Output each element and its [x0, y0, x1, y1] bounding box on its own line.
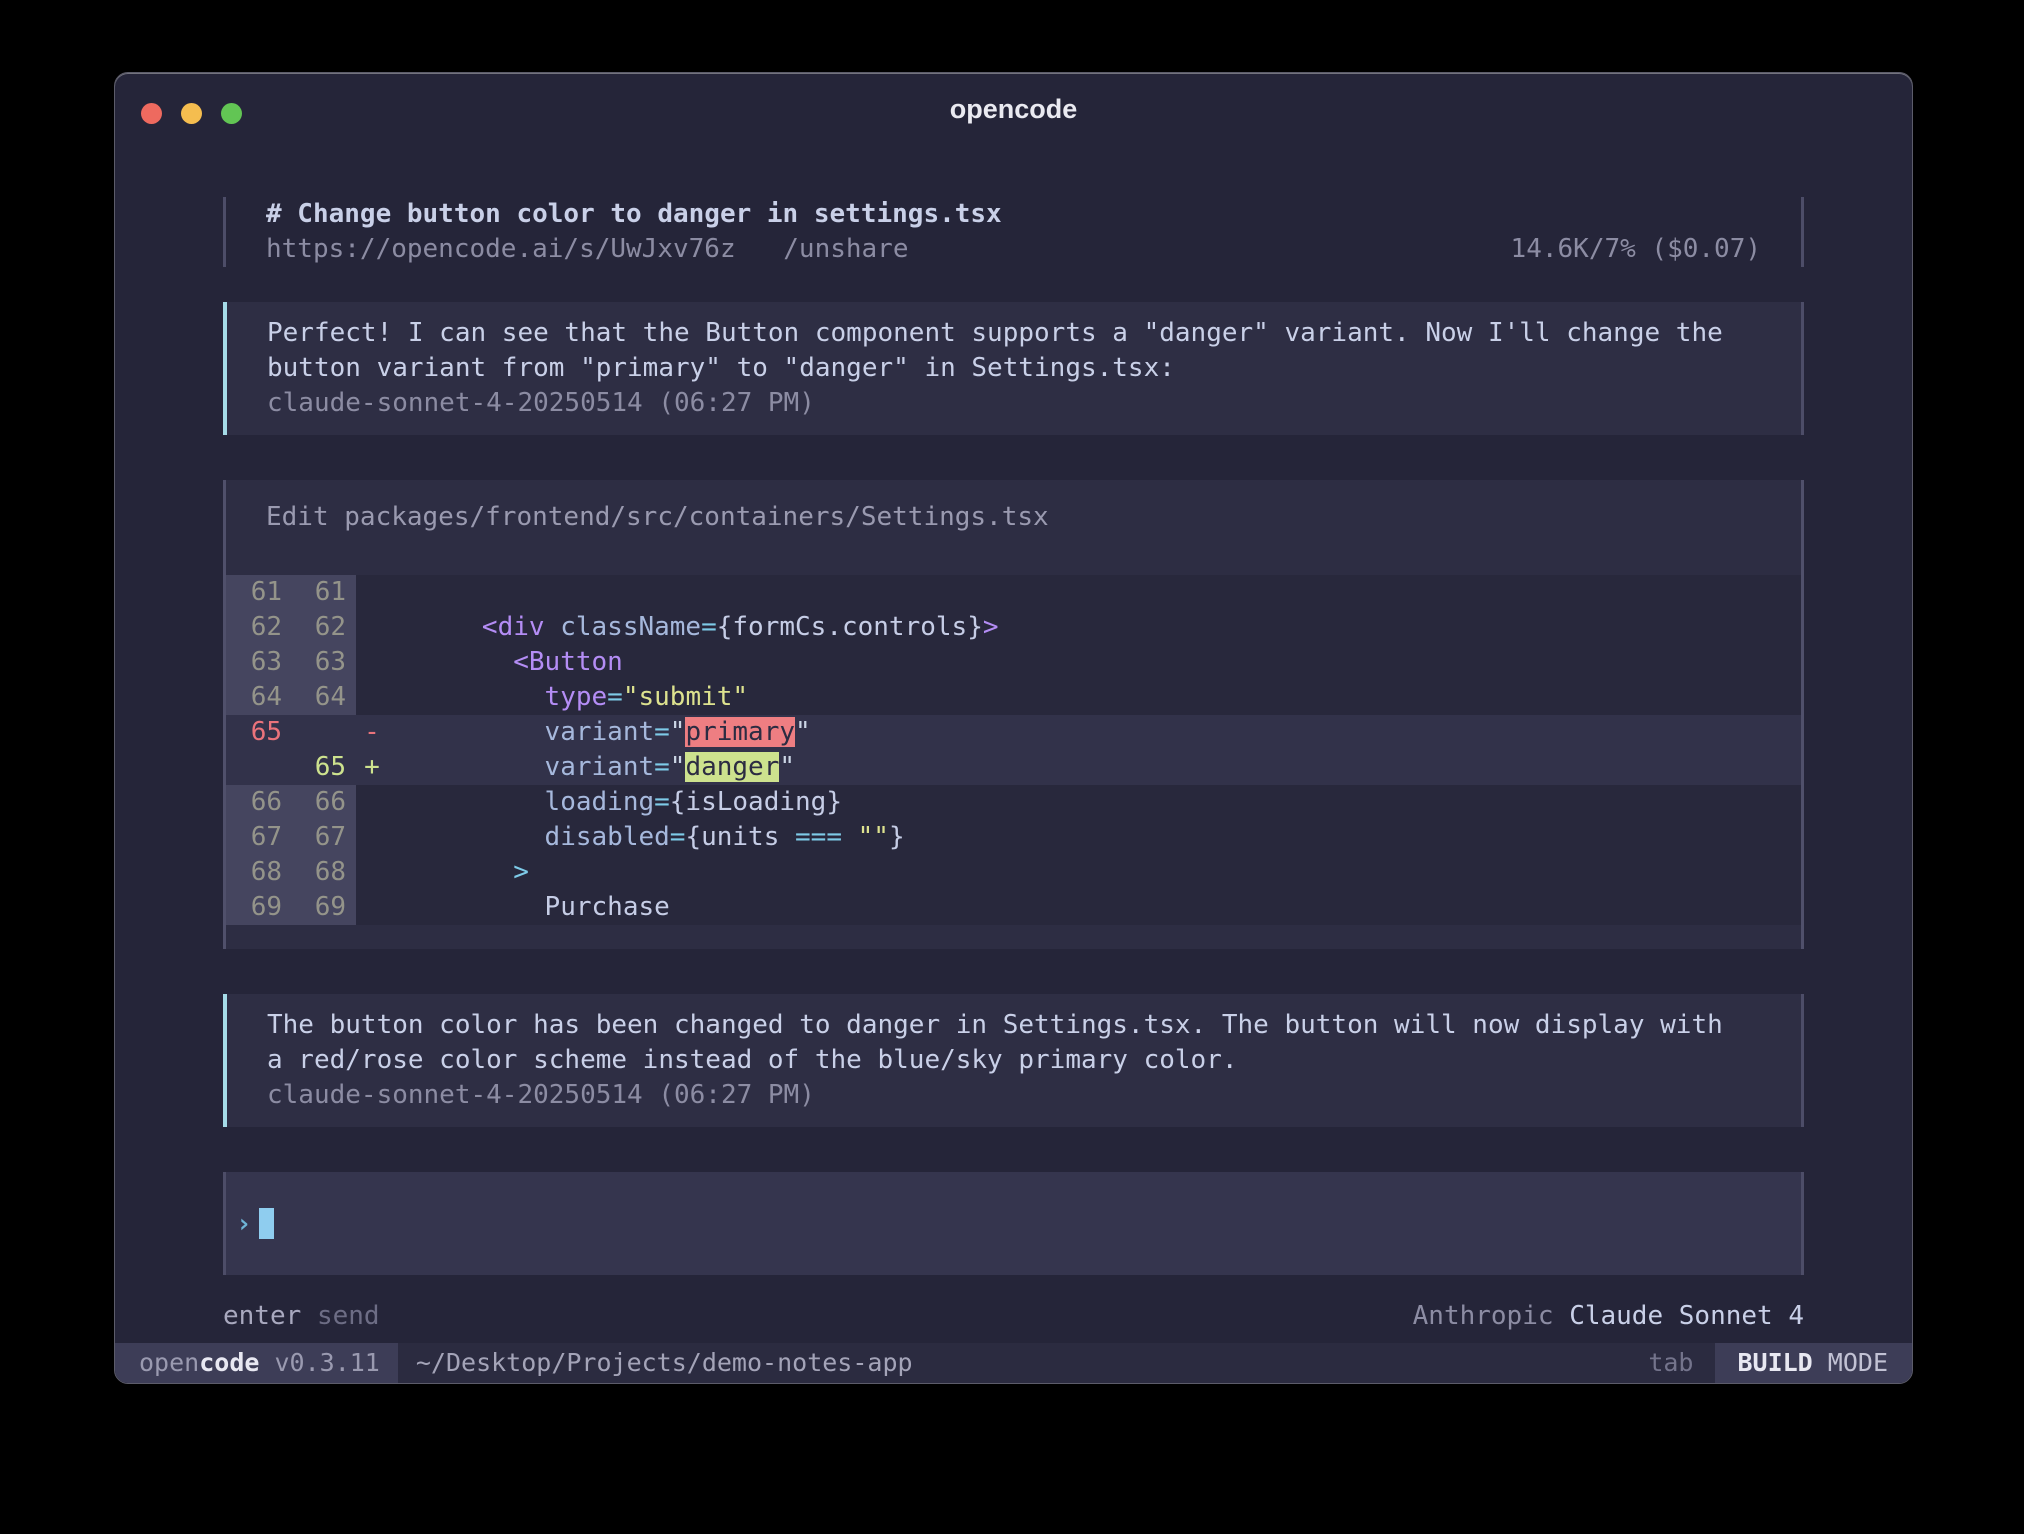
assistant-message: Perfect! I can see that the Button compo… [223, 302, 1804, 435]
diff-marker [356, 820, 388, 855]
code-line: variant="danger" [388, 750, 1801, 785]
line-number-old: 65 [226, 715, 288, 750]
line-number-old: 64 [226, 680, 288, 715]
diff-row: 6161 [226, 575, 1801, 610]
diff-row: 6464 type="submit" [226, 680, 1801, 715]
window-title: opencode [115, 73, 1912, 145]
close-button[interactable] [141, 103, 162, 124]
code-line: loading={isLoading} [388, 785, 1801, 820]
token-usage: 14.6K/7% ($0.07) [1511, 232, 1761, 267]
app-name-code: code [199, 1348, 259, 1377]
diff-row: 65 - variant="primary" [226, 715, 1801, 750]
line-number-new: 68 [288, 855, 356, 890]
app-version: v0.3.11 [259, 1348, 379, 1377]
hints-row: enter send Anthropic Claude Sonnet 4 [223, 1299, 1804, 1334]
line-number-new: 64 [288, 680, 356, 715]
line-number-old [226, 750, 288, 785]
session-title: # Change button color to danger in setti… [266, 197, 1761, 232]
model-name-label: Claude Sonnet 4 [1569, 1301, 1804, 1331]
edit-tool-card: Edit packages/frontend/src/containers/Se… [223, 480, 1804, 949]
diff-row: 6262 <div className={formCs.controls}> [226, 610, 1801, 645]
code-line: type="submit" [388, 680, 1801, 715]
line-number-old: 63 [226, 645, 288, 680]
message-text: a red/rose color scheme instead of the b… [267, 1043, 1761, 1078]
diff-marker: - [356, 715, 388, 750]
diff-row: 6767 disabled={units === ""} [226, 820, 1801, 855]
diff-row: 6666 loading={isLoading} [226, 785, 1801, 820]
diff-row: 65+ variant="danger" [226, 750, 1801, 785]
line-number-old: 68 [226, 855, 288, 890]
text-cursor [259, 1208, 274, 1239]
mode-name: BUILD [1737, 1348, 1812, 1377]
titlebar: opencode [115, 73, 1912, 145]
mode-chip[interactable]: BUILD MODE [1715, 1343, 1912, 1383]
diff-marker [356, 575, 388, 610]
code-line: Purchase [388, 890, 1801, 925]
line-number-new: 67 [288, 820, 356, 855]
line-number-new: 61 [288, 575, 356, 610]
app-name-open: open [139, 1348, 199, 1377]
main-content: # Change button color to danger in setti… [115, 145, 1912, 1343]
diff-marker [356, 855, 388, 890]
line-number-new: 65 [288, 750, 356, 785]
enter-hint: enter send [223, 1299, 380, 1334]
diff-marker [356, 890, 388, 925]
zoom-button[interactable] [221, 103, 242, 124]
line-number-new: 66 [288, 785, 356, 820]
edit-file-path: Edit packages/frontend/src/containers/Se… [226, 500, 1801, 535]
send-action-label: send [317, 1301, 380, 1331]
tab-key-hint: tab [1648, 1343, 1715, 1383]
code-line: disabled={units === ""} [388, 820, 1801, 855]
code-line: <div className={formCs.controls}> [388, 610, 1801, 645]
unshare-command[interactable]: /unshare [783, 234, 908, 264]
provider-label: Anthropic [1413, 1301, 1554, 1331]
share-url-link[interactable]: https://opencode.ai/s/UwJxv76z [266, 234, 736, 264]
line-number-new: 69 [288, 890, 356, 925]
session-subheader: https://opencode.ai/s/UwJxv76z /unshare … [266, 232, 1761, 267]
app-version-chip: opencode v0.3.11 [115, 1343, 398, 1383]
diff-row: 6969 Purchase [226, 890, 1801, 925]
line-number-old: 62 [226, 610, 288, 645]
prompt-input[interactable]: › [223, 1172, 1804, 1275]
code-line: <Button [388, 645, 1801, 680]
line-number-new [288, 715, 356, 750]
enter-key-label: enter [223, 1301, 301, 1331]
mode-suffix: MODE [1813, 1348, 1888, 1377]
working-directory: ~/Desktop/Projects/demo-notes-app [398, 1343, 913, 1383]
model-indicator: Anthropic Claude Sonnet 4 [1413, 1299, 1804, 1334]
line-number-new: 62 [288, 610, 356, 645]
message-meta: claude-sonnet-4-20250514 (06:27 PM) [267, 386, 1761, 421]
status-bar: opencode v0.3.11 ~/Desktop/Projects/demo… [115, 1343, 1912, 1383]
assistant-message: The button color has been changed to dan… [223, 994, 1804, 1127]
message-text: The button color has been changed to dan… [267, 1008, 1761, 1043]
traffic-lights [141, 103, 242, 124]
diff-marker: + [356, 750, 388, 785]
diff-row: 6363 <Button [226, 645, 1801, 680]
message-text: button variant from "primary" to "danger… [267, 351, 1761, 386]
line-number-new: 63 [288, 645, 356, 680]
diff-marker [356, 785, 388, 820]
minimize-button[interactable] [181, 103, 202, 124]
prompt-chevron-icon: › [236, 1209, 252, 1239]
diff-table: 61616262 <div className={formCs.controls… [226, 575, 1801, 925]
diff-row: 6868 > [226, 855, 1801, 890]
opencode-window: opencode # Change button color to danger… [114, 72, 1913, 1384]
message-meta: claude-sonnet-4-20250514 (06:27 PM) [267, 1078, 1761, 1113]
session-header: # Change button color to danger in setti… [223, 197, 1804, 267]
message-text: Perfect! I can see that the Button compo… [267, 316, 1761, 351]
diff-marker [356, 680, 388, 715]
line-number-old: 69 [226, 890, 288, 925]
line-number-old: 67 [226, 820, 288, 855]
diff-marker [356, 610, 388, 645]
line-number-old: 66 [226, 785, 288, 820]
code-line [388, 575, 1801, 610]
line-number-old: 61 [226, 575, 288, 610]
code-line: variant="primary" [388, 715, 1801, 750]
diff-marker [356, 645, 388, 680]
code-line: > [388, 855, 1801, 890]
